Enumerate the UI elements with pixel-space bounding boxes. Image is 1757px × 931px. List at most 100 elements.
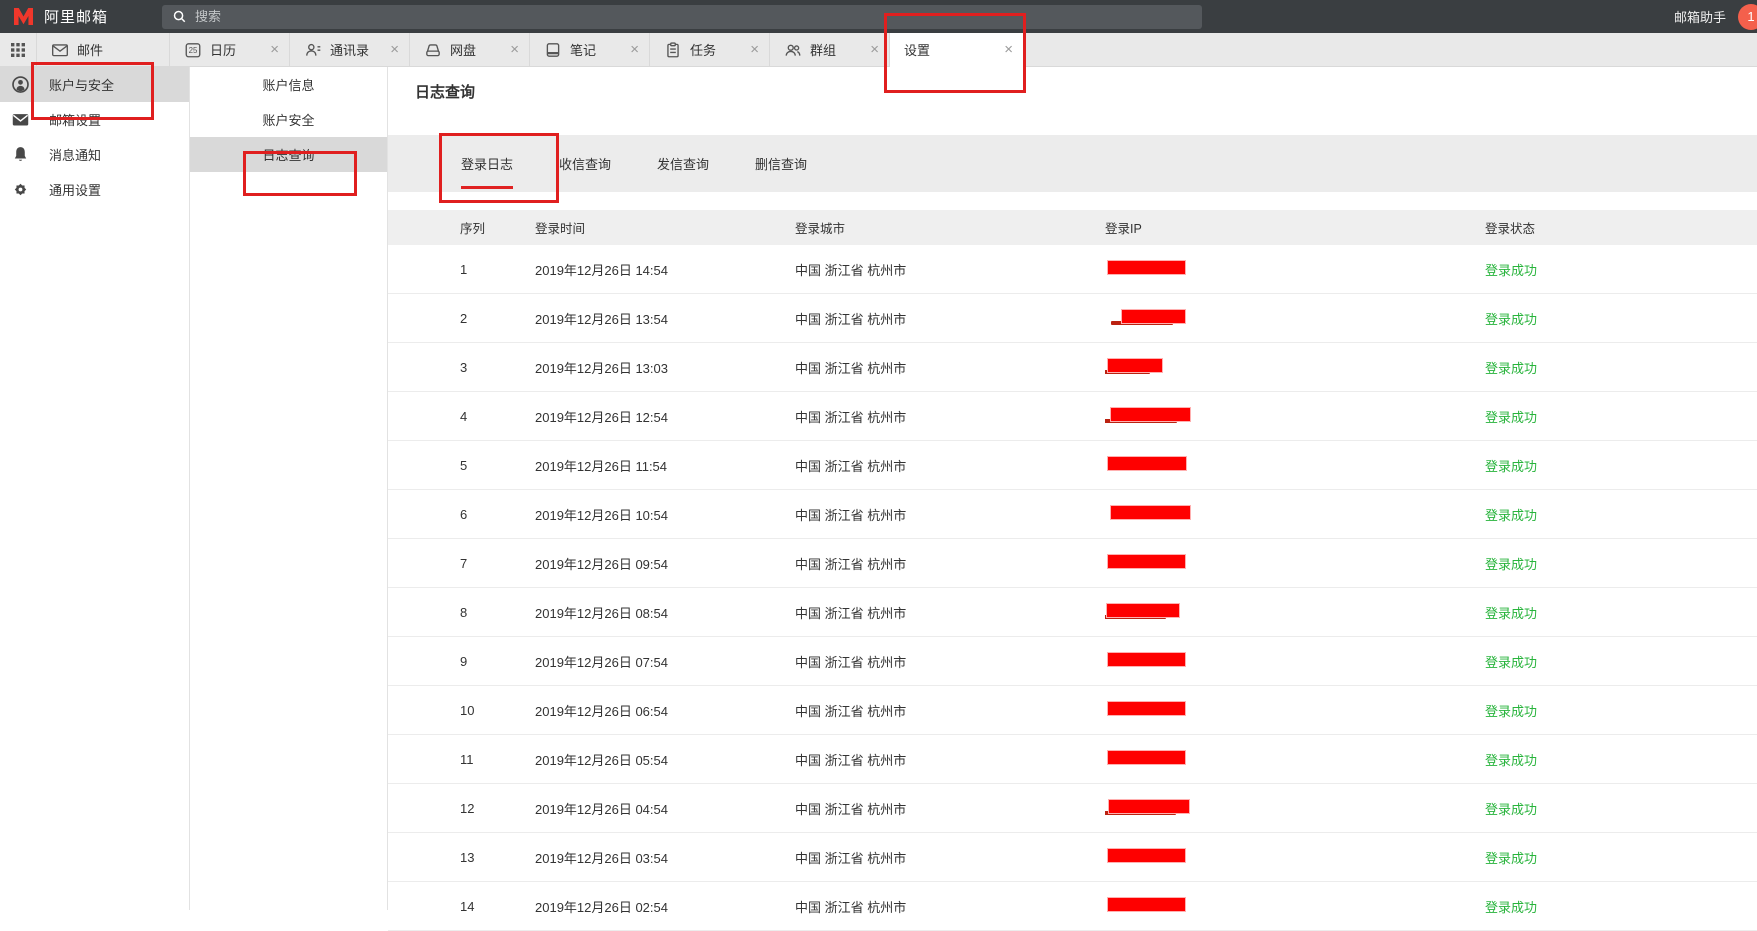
- ip-redaction: [1105, 848, 1485, 866]
- sidebar-item-mail-settings[interactable]: 邮箱设置: [0, 102, 189, 137]
- ip-redaction-block: [1110, 407, 1191, 422]
- settings-sidebar: 账户与安全邮箱设置消息通知通用设置: [0, 67, 190, 910]
- app-launcher-button[interactable]: [0, 33, 36, 66]
- cell-login-time: 2019年12月26日 05:54: [535, 750, 795, 769]
- tab-tasks[interactable]: 任务 ×: [650, 33, 770, 66]
- cell-seq: 2: [388, 311, 535, 326]
- cell-login-time: 2019年12月26日 03:54: [535, 848, 795, 867]
- subsidebar-item-log-query[interactable]: 日志查询: [190, 137, 387, 172]
- tab-label: 日历: [210, 40, 236, 59]
- grid-icon: [10, 42, 26, 58]
- cell-login-ip: [1105, 309, 1485, 327]
- cell-login-city: 中国 浙江省 杭州市: [795, 505, 1105, 524]
- cell-login-status: 登录成功: [1485, 554, 1757, 573]
- close-icon[interactable]: ×: [1004, 42, 1013, 57]
- svg-text:25: 25: [189, 46, 198, 55]
- cell-login-city: 中国 浙江省 杭州市: [795, 456, 1105, 475]
- tab-send-query[interactable]: 发信查询: [634, 135, 732, 192]
- notifications-icon: [11, 145, 30, 164]
- cell-seq: 4: [388, 409, 535, 424]
- subsidebar-item-account-info[interactable]: 账户信息: [190, 67, 387, 102]
- tab-receive-query[interactable]: 收信查询: [536, 135, 634, 192]
- close-icon[interactable]: ×: [510, 42, 519, 57]
- ip-redaction-block: [1106, 603, 1180, 618]
- cell-login-status: 登录成功: [1485, 505, 1757, 524]
- cell-login-time: 2019年12月26日 08:54: [535, 603, 795, 622]
- ip-redaction: [1105, 358, 1485, 376]
- tab-label: 任务: [690, 40, 716, 59]
- cell-login-status: 登录成功: [1485, 358, 1757, 377]
- ip-redaction: [1105, 407, 1485, 425]
- search-input[interactable]: [195, 9, 1192, 24]
- close-icon[interactable]: ×: [870, 42, 879, 57]
- mail-icon: [51, 41, 69, 59]
- sidebar-item-label: 通用设置: [49, 180, 101, 199]
- tab-groups[interactable]: 群组×: [770, 33, 890, 66]
- cell-login-city: 中国 浙江省 杭州市: [795, 260, 1105, 279]
- cell-login-city: 中国 浙江省 杭州市: [795, 309, 1105, 328]
- cell-seq: 1: [388, 262, 535, 277]
- contacts-icon: [304, 41, 322, 59]
- cell-seq: 9: [388, 654, 535, 669]
- tab-netdisk[interactable]: 网盘 ×: [410, 33, 530, 66]
- close-icon[interactable]: ×: [390, 42, 399, 57]
- tab-contacts[interactable]: 通讯录×: [290, 33, 410, 66]
- table-body: 12019年12月26日 14:54中国 浙江省 杭州市登录成功22019年12…: [388, 245, 1757, 931]
- tab-label: 网盘: [450, 40, 476, 59]
- tab-delete-query[interactable]: 删信查询: [732, 135, 830, 192]
- subsidebar-item-account-safety[interactable]: 账户安全: [190, 102, 387, 137]
- cell-login-ip: [1105, 848, 1485, 866]
- cell-login-city: 中国 浙江省 杭州市: [795, 750, 1105, 769]
- cell-seq: 6: [388, 507, 535, 522]
- close-icon[interactable]: ×: [630, 42, 639, 57]
- cell-login-city: 中国 浙江省 杭州市: [795, 701, 1105, 720]
- ip-redaction-block: [1107, 701, 1186, 716]
- tab-calendar[interactable]: 25 日历 ×: [170, 33, 290, 66]
- close-icon[interactable]: ×: [750, 42, 759, 57]
- ip-redaction-block: [1110, 505, 1191, 520]
- login-log-table: 序列登录时间登录城市登录IP登录状态 12019年12月26日 14:54中国 …: [388, 210, 1757, 931]
- tab-notes[interactable]: 笔记×: [530, 33, 650, 66]
- top-bar: 阿里邮箱 邮箱助手 1: [0, 0, 1757, 33]
- table-row: 32019年12月26日 13:03中国 浙江省 杭州市登录成功: [388, 343, 1757, 392]
- sidebar-item-general-settings[interactable]: 通用设置: [0, 172, 189, 207]
- cell-seq: 12: [388, 801, 535, 816]
- sidebar-item-label: 账户与安全: [49, 75, 114, 94]
- main-content: 日志查询 登录日志收信查询发信查询删信查询 序列登录时间登录城市登录IP登录状态…: [388, 67, 1757, 910]
- tab-login-log[interactable]: 登录日志: [438, 135, 536, 192]
- cell-login-time: 2019年12月26日 07:54: [535, 652, 795, 671]
- avatar[interactable]: 1: [1738, 4, 1757, 30]
- ip-redaction-block: [1107, 456, 1187, 471]
- calendar-icon: 25: [184, 41, 202, 59]
- cell-login-time: 2019年12月26日 13:03: [535, 358, 795, 377]
- search-box[interactable]: [162, 5, 1202, 29]
- sidebar-item-notifications[interactable]: 消息通知: [0, 137, 189, 172]
- table-row: 12019年12月26日 14:54中国 浙江省 杭州市登录成功: [388, 245, 1757, 294]
- tab-settings[interactable]: 设置×: [890, 33, 1024, 67]
- ip-redaction-block: [1107, 358, 1163, 373]
- ip-redaction-block: [1107, 652, 1186, 667]
- alimail-logo-icon: [12, 7, 35, 26]
- tab-label: 邮件: [77, 40, 103, 59]
- cell-login-status: 登录成功: [1485, 309, 1757, 328]
- cell-login-time: 2019年12月26日 14:54: [535, 260, 795, 279]
- cell-login-ip: [1105, 407, 1485, 425]
- cell-login-city: 中国 浙江省 杭州市: [795, 652, 1105, 671]
- app-tab-bar: 邮件25日历×通讯录×网盘×笔记×任务×群组×设置×: [0, 33, 1757, 67]
- cell-login-ip: [1105, 750, 1485, 768]
- close-icon[interactable]: ×: [270, 42, 279, 57]
- column-header: 登录时间: [535, 218, 795, 237]
- settings-sub-sidebar: 账户信息账户安全日志查询: [190, 67, 388, 910]
- cell-login-ip: [1105, 799, 1485, 817]
- tab-mail[interactable]: 邮件: [36, 33, 170, 66]
- mail-assistant-button[interactable]: 邮箱助手: [1674, 7, 1726, 26]
- table-row: 42019年12月26日 12:54中国 浙江省 杭州市登录成功: [388, 392, 1757, 441]
- cell-login-ip: [1105, 505, 1485, 523]
- cell-login-time: 2019年12月26日 12:54: [535, 407, 795, 426]
- table-row: 22019年12月26日 13:54中国 浙江省 杭州市登录成功: [388, 294, 1757, 343]
- search-icon: [172, 9, 187, 24]
- cell-login-time: 2019年12月26日 06:54: [535, 701, 795, 720]
- page-title: 日志查询: [415, 83, 1757, 103]
- ip-redaction: [1105, 309, 1485, 327]
- sidebar-item-account-security[interactable]: 账户与安全: [0, 67, 189, 102]
